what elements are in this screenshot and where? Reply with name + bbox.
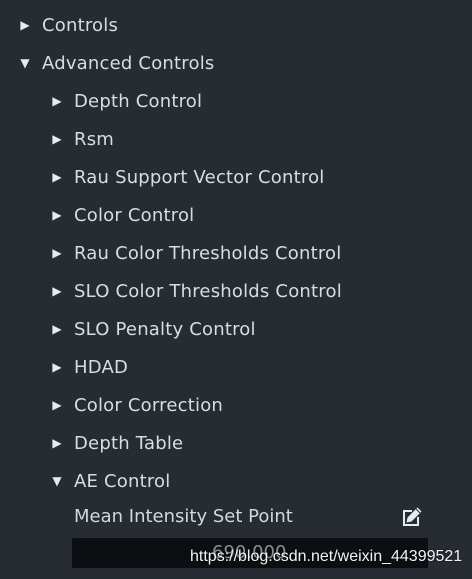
tree-item-ae-control[interactable]: ▼ AE Control (50, 466, 170, 496)
collapse-arrow-icon: ▼ (52, 474, 62, 488)
tree-item-label: HDAD (74, 356, 129, 378)
param-label: Mean Intensity Set Point (74, 505, 293, 527)
tree-item-label: Rau Support Vector Control (74, 166, 325, 188)
expand-arrow-icon: ▶ (52, 170, 62, 184)
expand-arrow-icon: ▶ (52, 436, 62, 450)
tree-item-label: Controls (42, 14, 119, 36)
tree-item-slo-penalty-control[interactable]: ▶ SLO Penalty Control (50, 314, 256, 344)
tree-item-slo-color-thresholds-control[interactable]: ▶ SLO Color Thresholds Control (50, 276, 342, 306)
tree-item-rau-support-vector-control[interactable]: ▶ Rau Support Vector Control (50, 162, 325, 192)
tree-item-label: SLO Penalty Control (74, 318, 256, 340)
tree-item-color-control[interactable]: ▶ Color Control (50, 200, 194, 230)
edit-button[interactable] (398, 503, 426, 531)
tree-item-label: SLO Color Thresholds Control (74, 280, 342, 302)
expand-arrow-icon: ▶ (52, 208, 62, 222)
tree-item-label: Color Correction (74, 394, 224, 416)
tree-item-color-correction[interactable]: ▶ Color Correction (50, 390, 223, 420)
value-text: 690.000 (212, 542, 287, 563)
tree-item-rau-color-thresholds-control[interactable]: ▶ Rau Color Thresholds Control (50, 238, 341, 268)
tree-item-hdad[interactable]: ▶ HDAD (50, 352, 128, 382)
tree-item-depth-table[interactable]: ▶ Depth Table (50, 428, 183, 458)
expand-arrow-icon: ▶ (52, 398, 62, 412)
tree-item-advanced-controls[interactable]: ▼ Advanced Controls (18, 48, 214, 78)
expand-arrow-icon: ▶ (20, 18, 30, 32)
expand-arrow-icon: ▶ (52, 94, 62, 108)
tree-item-label: AE Control (74, 470, 171, 492)
tree-item-label: Rau Color Thresholds Control (74, 242, 342, 264)
expand-arrow-icon: ▶ (52, 284, 62, 298)
expand-arrow-icon: ▶ (52, 322, 62, 336)
tree-item-label: Advanced Controls (42, 52, 215, 74)
expand-arrow-icon: ▶ (52, 246, 62, 260)
param-row-mean-intensity: Mean Intensity Set Point (74, 501, 293, 531)
expand-arrow-icon: ▶ (52, 132, 62, 146)
collapse-arrow-icon: ▼ (20, 56, 30, 70)
edit-icon (403, 507, 422, 526)
expand-arrow-icon: ▶ (52, 360, 62, 374)
value-field[interactable]: 690.000 (72, 538, 428, 568)
tree-item-label: Depth Control (74, 90, 203, 112)
tree-item-label: Depth Table (74, 432, 184, 454)
tree-item-depth-control[interactable]: ▶ Depth Control (50, 86, 202, 116)
tree-item-label: Color Control (74, 204, 195, 226)
tree-item-rsm[interactable]: ▶ Rsm (50, 124, 114, 154)
tree-item-label: Rsm (74, 128, 115, 150)
tree-item-controls[interactable]: ▶ Controls (18, 10, 118, 40)
